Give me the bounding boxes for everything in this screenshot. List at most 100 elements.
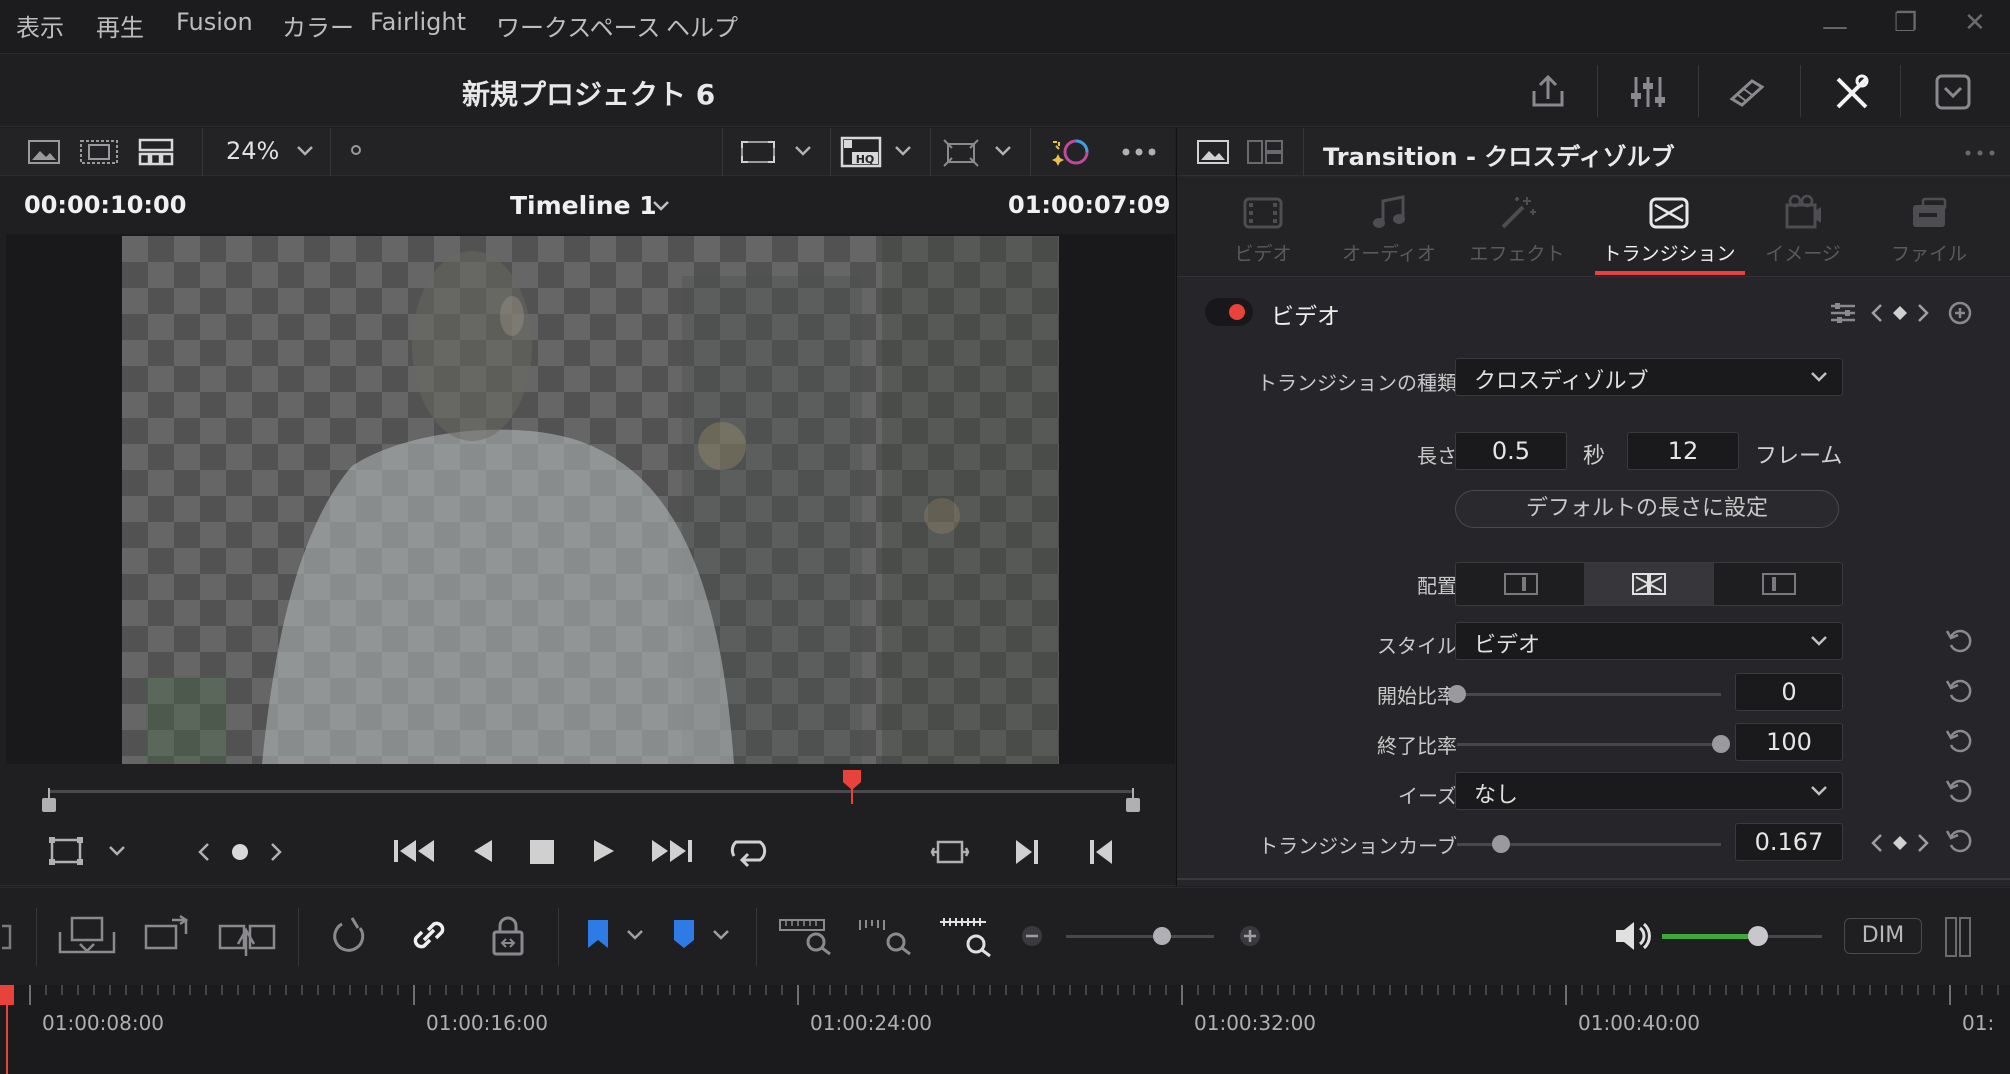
image-view-icon[interactable] [28,140,60,164]
play-reverse-icon[interactable] [470,836,494,866]
reset-icon[interactable] [1945,777,1973,805]
match-frame-icon[interactable] [930,836,970,868]
split-view-icon[interactable] [1247,140,1283,164]
out-point-handle-icon[interactable] [1124,788,1142,814]
zoom-level[interactable]: 24% [226,137,279,165]
edit-mode-icon[interactable] [0,922,14,952]
start-ratio-slider-knob[interactable] [1448,685,1466,703]
menu-item-fusion[interactable]: Fusion [176,8,253,36]
align-start-button[interactable] [1456,563,1584,605]
grid-view-icon[interactable] [138,138,174,166]
reset-icon[interactable] [1945,827,1973,855]
chevron-down-icon[interactable] [652,199,670,213]
chevron-down-icon[interactable] [712,928,730,942]
start-ratio-input[interactable]: 0 [1735,673,1843,711]
marker-icon[interactable] [672,918,696,950]
image-view-icon[interactable] [1197,140,1229,164]
insert-clip-icon[interactable] [58,916,116,956]
default-duration-button[interactable]: デフォルトの長さに設定 [1455,490,1839,528]
flag-icon[interactable] [586,918,610,950]
reset-icon[interactable] [1945,627,1973,655]
start-ratio-slider[interactable] [1457,693,1721,696]
dim-button[interactable]: DIM [1844,918,1922,954]
transition-curve-slider-knob[interactable] [1492,835,1511,853]
minimize-icon[interactable]: — [1822,12,1848,42]
inspector-tools-icon[interactable] [1832,73,1872,111]
chevron-down-box-icon[interactable] [1934,73,1974,111]
speaker-volume-icon[interactable] [1614,918,1654,954]
restore-icon[interactable]: ❐ [1894,8,1917,38]
safe-area-icon[interactable] [740,140,776,164]
playhead-marker[interactable] [841,768,863,804]
chevron-down-icon[interactable] [794,144,812,158]
zoom-in-icon[interactable] [1238,924,1262,948]
end-ratio-slider[interactable] [1457,743,1721,746]
zoom-custom-icon[interactable] [938,916,994,958]
menu-item-color[interactable]: カラー [282,8,354,43]
tab-video[interactable]: ビデオ [1203,177,1323,275]
play-icon[interactable] [592,836,616,866]
viewer-mode-icon[interactable] [48,836,84,866]
chevron-down-icon[interactable] [894,144,912,158]
filmstrip-view-icon[interactable] [80,140,118,164]
audio-meter-icon[interactable] [1944,916,1972,958]
go-to-start-icon[interactable] [392,836,436,866]
stop-icon[interactable] [528,838,556,866]
settings-sliders-icon[interactable] [1829,302,1857,324]
menu-item-view[interactable]: 表示 [16,8,64,43]
timeline-playhead[interactable] [0,985,14,1074]
keyframe-nav-icon[interactable] [1871,302,1929,324]
tab-image[interactable]: イメージ [1743,177,1863,275]
viewer-scrubber[interactable] [0,764,1175,816]
menu-item-workspace[interactable]: ワークスペース [496,8,660,43]
position-lock-icon[interactable] [488,914,528,958]
hq-playback-icon[interactable]: HQ [840,136,882,168]
menu-item-help[interactable]: ヘルプ [666,8,738,43]
transition-type-dropdown[interactable]: クロスディゾルブ [1455,358,1843,396]
transform-overlay-icon[interactable] [942,138,980,168]
chevron-down-icon[interactable] [994,144,1012,158]
reset-icon[interactable] [1945,677,1973,705]
duration-frames-input[interactable]: 12 [1627,432,1739,470]
scrubber-track[interactable] [48,790,1134,793]
viewer-canvas[interactable] [6,234,1175,764]
linked-selection-icon[interactable] [408,914,450,956]
align-center-button[interactable] [1584,563,1714,605]
zoom-out-icon[interactable] [1020,924,1044,948]
tab-file[interactable]: ファイル [1869,177,1989,275]
more-options-icon[interactable] [1122,148,1156,156]
style-dropdown[interactable]: ビデオ [1455,622,1843,660]
color-effects-icon[interactable] [1050,136,1090,168]
end-ratio-input[interactable]: 100 [1735,723,1843,761]
in-point-handle-icon[interactable] [40,788,58,814]
overwrite-clip-icon[interactable] [142,914,192,958]
zoom-detail-icon[interactable] [858,916,914,956]
zoom-full-extent-icon[interactable] [778,916,834,956]
ease-dropdown[interactable]: なし [1455,772,1843,810]
volume-slider-knob[interactable] [1748,926,1768,946]
effects-icon[interactable] [1728,73,1768,111]
more-options-icon[interactable] [1965,150,2001,156]
transition-curve-input[interactable]: 0.167 [1735,823,1843,861]
tab-audio[interactable]: オーディオ [1329,177,1449,275]
export-icon[interactable] [1528,73,1568,111]
chevron-down-icon[interactable] [626,928,644,942]
keyframe-nav-icon[interactable] [1871,832,1929,854]
go-to-end-icon[interactable] [650,836,694,866]
snapping-icon[interactable] [330,916,370,956]
duration-seconds-input[interactable]: 0.5 [1455,432,1567,470]
next-edit-icon[interactable] [1014,838,1040,866]
end-ratio-slider-knob[interactable] [1712,735,1730,753]
mixer-icon[interactable] [1628,73,1668,111]
align-end-button[interactable] [1714,563,1842,605]
timeline-ruler[interactable]: 01:00:08:00 01:00:16:00 01:00:24:00 01:0… [0,985,2010,1074]
timeline-zoom-slider[interactable] [1066,935,1214,938]
reset-icon[interactable] [1945,298,1975,328]
chevron-down-icon[interactable] [296,144,314,158]
menu-item-playback[interactable]: 再生 [96,8,144,43]
close-icon[interactable]: ✕ [1964,8,1986,38]
replace-clip-icon[interactable] [218,914,276,958]
video-enable-toggle[interactable] [1205,298,1253,326]
tab-effects[interactable]: エフェクト [1457,177,1577,275]
reset-icon[interactable] [1945,727,1973,755]
